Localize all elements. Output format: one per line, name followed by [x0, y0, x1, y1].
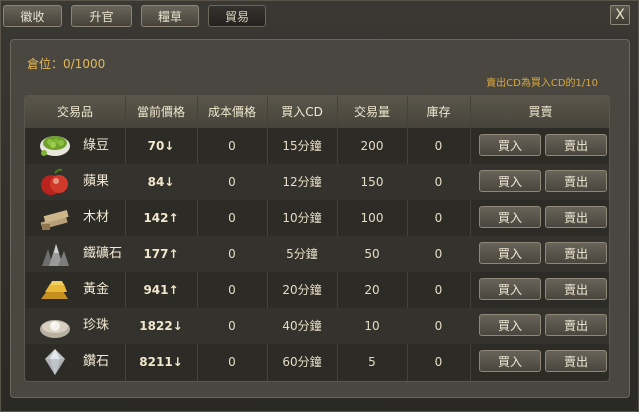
header-item: 交易品 [56, 105, 93, 119]
tab-provisions[interactable]: 糧草 [141, 5, 199, 27]
tab-trade[interactable]: 貿易 [208, 5, 266, 27]
stock: 0 [434, 139, 443, 153]
current-price: 70↓ [147, 139, 175, 153]
item-name: 黃金 [83, 282, 110, 297]
current-price: 1822↓ [139, 319, 183, 333]
buy-button[interactable]: 買入 [479, 350, 541, 372]
buy-cd: 10分鐘 [282, 211, 322, 225]
wood-icon [40, 209, 69, 230]
table-row: 蘋果 84↓ 0 12分鐘 150 0 買入 賣出 [25, 164, 609, 200]
current-price: 142↑ [143, 211, 179, 225]
buy-cd: 12分鐘 [282, 175, 322, 189]
gold-icon [41, 281, 68, 299]
tab-bar: 徽收 升官 糧草 貿易 [3, 5, 266, 27]
buy-button[interactable]: 買入 [479, 170, 541, 192]
stock: 0 [434, 283, 443, 297]
current-price: 8211↓ [139, 355, 183, 369]
trade-table: 交易品 當前價格 成本價格 買入CD 交易量 庫存 買賣 綠豆 70↓ 0 15… [24, 95, 610, 382]
buy-cd: 5分鐘 [286, 247, 318, 261]
sell-button[interactable]: 賣出 [545, 242, 607, 264]
stock: 0 [434, 211, 443, 225]
header-cost-price: 成本價格 [207, 105, 256, 119]
item-name: 蘋果 [83, 174, 110, 189]
item-name: 鐵礦石 [83, 246, 123, 261]
table-row: 黃金 941↑ 0 20分鐘 20 0 買入 賣出 [25, 272, 609, 308]
tab-promotion[interactable]: 升官 [71, 5, 132, 27]
item-name: 木材 [83, 210, 110, 225]
iron-ore-icon [42, 244, 69, 266]
header-stock: 庫存 [426, 105, 451, 119]
tab-collect[interactable]: 徽收 [3, 5, 62, 27]
current-price: 84↓ [147, 175, 175, 189]
sell-button[interactable]: 賣出 [545, 314, 607, 336]
header-current-price: 當前價格 [136, 105, 185, 119]
header-buy-cd: 買入CD [281, 105, 323, 119]
table-row: 珍珠 1822↓ 0 40分鐘 10 0 買入 賣出 [25, 308, 609, 344]
volume: 5 [368, 355, 376, 369]
buy-button[interactable]: 買入 [479, 242, 541, 264]
table-row: 綠豆 70↓ 0 15分鐘 200 0 買入 賣出 [25, 128, 609, 164]
current-price: 177↑ [143, 247, 179, 261]
mung-bean-icon [40, 136, 70, 156]
table-row: 鑽石 8211↓ 0 60分鐘 5 0 買入 賣出 [25, 344, 609, 380]
header-buy-sell: 買賣 [528, 105, 553, 119]
volume: 50 [364, 247, 380, 261]
table-row: 木材 142↑ 0 10分鐘 100 0 買入 賣出 [25, 200, 609, 236]
current-price: 941↑ [143, 283, 179, 297]
buy-cd: 40分鐘 [282, 319, 322, 333]
item-name: 珍珠 [83, 318, 110, 333]
sell-button[interactable]: 賣出 [545, 278, 607, 300]
diamond-icon [45, 349, 65, 375]
buy-cd: 15分鐘 [282, 139, 322, 153]
cost-price: 0 [228, 355, 236, 369]
buy-button[interactable]: 買入 [479, 278, 541, 300]
buy-button[interactable]: 買入 [479, 314, 541, 336]
volume: 20 [364, 283, 380, 297]
cost-price: 0 [228, 211, 236, 225]
buy-cd: 60分鐘 [282, 355, 322, 369]
trade-window: 徽收 升官 糧草 貿易 X 倉位：0/1000 賣出CD為買入CD的1/10 交… [0, 0, 639, 412]
volume: 100 [360, 211, 384, 225]
cost-price: 0 [228, 247, 236, 261]
sell-button[interactable]: 賣出 [545, 170, 607, 192]
pearl-icon [40, 320, 70, 338]
table-row: 鐵礦石 177↑ 0 5分鐘 50 0 買入 賣出 [25, 236, 609, 272]
sell-button[interactable]: 賣出 [545, 350, 607, 372]
close-icon: X [615, 7, 625, 23]
item-name: 鑽石 [83, 354, 110, 369]
stock: 0 [434, 175, 443, 189]
sell-button[interactable]: 賣出 [545, 134, 607, 156]
volume: 200 [360, 139, 384, 153]
storage-capacity: 倉位：0/1000 [27, 57, 106, 71]
apple-icon [41, 168, 68, 195]
close-button[interactable]: X [610, 5, 630, 25]
stock: 0 [434, 355, 443, 369]
sell-button[interactable]: 賣出 [545, 206, 607, 228]
stock: 0 [434, 247, 443, 261]
buy-cd: 20分鐘 [282, 283, 322, 297]
buy-button[interactable]: 買入 [479, 134, 541, 156]
volume: 150 [360, 175, 384, 189]
cost-price: 0 [228, 139, 236, 153]
cost-price: 0 [228, 319, 236, 333]
volume: 10 [364, 319, 380, 333]
table-header: 交易品 當前價格 成本價格 買入CD 交易量 庫存 買賣 [25, 96, 609, 128]
buy-button[interactable]: 買入 [479, 206, 541, 228]
cost-price: 0 [228, 283, 236, 297]
cooldown-note: 賣出CD為買入CD的1/10 [486, 78, 598, 89]
stock: 0 [434, 319, 443, 333]
header-volume: 交易量 [353, 105, 390, 119]
cost-price: 0 [228, 175, 236, 189]
item-name: 綠豆 [83, 138, 110, 153]
